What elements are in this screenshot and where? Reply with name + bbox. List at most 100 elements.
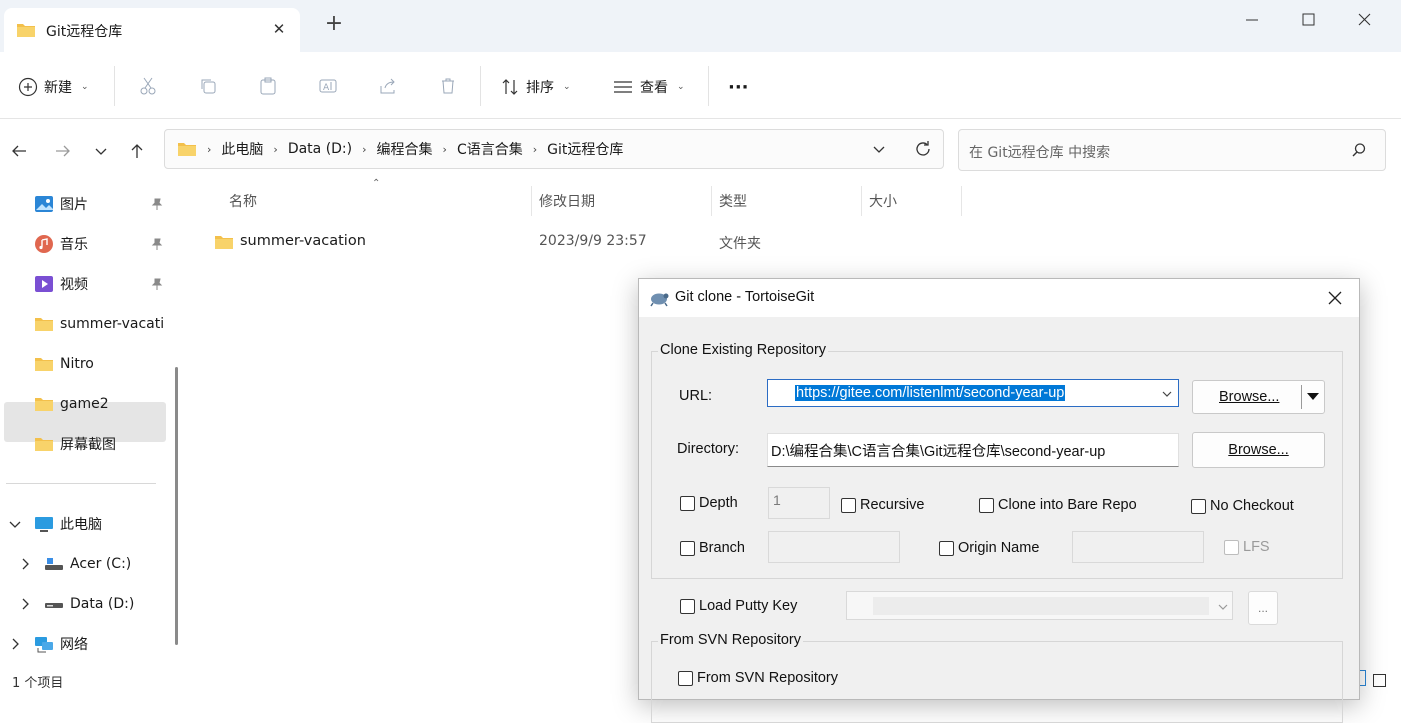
- dropdown-arrow-icon[interactable]: [1307, 393, 1319, 401]
- new-tab-button[interactable]: +: [320, 12, 348, 38]
- group-label-clone: Clone Existing Repository: [658, 342, 829, 358]
- dialog-close-icon[interactable]: [1323, 287, 1347, 309]
- bare-repo-checkbox[interactable]: Clone into Bare Repo: [979, 497, 1137, 513]
- column-divider[interactable]: [531, 186, 532, 216]
- rename-icon[interactable]: A: [314, 72, 342, 100]
- checkbox-box[interactable]: [939, 540, 954, 556]
- chevron-right-icon[interactable]: [8, 637, 28, 651]
- chevron-down-icon[interactable]: [1217, 602, 1229, 612]
- sidebar-item-data-d[interactable]: Data (D:): [18, 585, 166, 623]
- recent-locations-chevron-icon[interactable]: [88, 138, 114, 164]
- checkbox-box[interactable]: [1191, 498, 1206, 514]
- back-arrow-icon[interactable]: [6, 138, 32, 164]
- breadcrumb-item[interactable]: 此电脑: [215, 139, 269, 159]
- checkbox-box[interactable]: [841, 497, 856, 513]
- browse-label: Browse...: [1219, 389, 1280, 405]
- sidebar-item-videos[interactable]: 视频: [34, 265, 166, 303]
- column-divider[interactable]: [961, 186, 962, 216]
- drive-icon: [44, 554, 64, 574]
- from-svn-checkbox[interactable]: From SVN Repository: [678, 670, 838, 686]
- depth-input[interactable]: 1: [768, 487, 830, 519]
- pin-icon[interactable]: [150, 197, 164, 211]
- directory-field[interactable]: D:\编程合集\C语言合集\Git远程仓库\second-year-up: [767, 433, 1179, 467]
- depth-checkbox[interactable]: Depth: [680, 495, 738, 511]
- view-label: 查看: [640, 80, 668, 96]
- putty-browse-button[interactable]: ...: [1248, 591, 1278, 625]
- chevron-right-icon[interactable]: [18, 557, 38, 571]
- chevron-down-icon[interactable]: [8, 517, 28, 531]
- cut-icon[interactable]: [134, 72, 162, 100]
- bare-repo-label: Clone into Bare Repo: [998, 497, 1137, 513]
- new-button[interactable]: 新建 ⌄: [18, 74, 89, 100]
- search-box[interactable]: 在 Git远程仓库 中搜索: [958, 129, 1386, 171]
- view-button[interactable]: 查看 ⌄: [612, 74, 685, 100]
- table-row[interactable]: summer-vacation 2023/9/9 23:57 文件夹: [196, 226, 936, 258]
- tab-git-remote[interactable]: Git远程仓库 ✕: [4, 8, 300, 52]
- column-header-name[interactable]: 名称: [229, 191, 257, 211]
- column-header-modified[interactable]: 修改日期: [539, 191, 595, 211]
- breadcrumb-item[interactable]: Git远程仓库: [541, 139, 629, 159]
- up-arrow-icon[interactable]: [124, 138, 150, 164]
- window-close-icon[interactable]: [1346, 6, 1382, 34]
- drive-icon: [44, 594, 64, 614]
- checkbox-box[interactable]: [680, 598, 695, 614]
- navigation-pane: 图片 音乐 视频 summer-vacati Nitro game2 屏幕截图 …: [0, 181, 186, 686]
- branch-input[interactable]: [768, 531, 900, 563]
- maximize-icon[interactable]: [1290, 6, 1326, 34]
- sidebar-item-screenshots[interactable]: 屏幕截图: [34, 425, 166, 463]
- minimize-icon[interactable]: [1234, 6, 1270, 34]
- load-putty-key-checkbox[interactable]: Load Putty Key: [680, 598, 797, 614]
- directory-input[interactable]: D:\编程合集\C语言合集\Git远程仓库\second-year-up: [771, 440, 1105, 461]
- breadcrumb-item[interactable]: Data (D:): [282, 141, 358, 157]
- origin-name-checkbox[interactable]: Origin Name: [939, 540, 1039, 556]
- sidebar-item-this-pc[interactable]: 此电脑: [8, 505, 166, 543]
- sidebar-item-pictures[interactable]: 图片: [34, 185, 166, 223]
- breadcrumb-item[interactable]: 编程合集: [371, 139, 439, 159]
- address-dropdown-icon[interactable]: [871, 141, 887, 157]
- putty-key-combobox[interactable]: [846, 591, 1233, 620]
- column-divider[interactable]: [711, 186, 712, 216]
- pin-icon[interactable]: [150, 237, 164, 251]
- new-label: 新建: [44, 80, 72, 96]
- delete-icon[interactable]: [434, 72, 462, 100]
- no-checkout-checkbox[interactable]: No Checkout: [1191, 498, 1294, 514]
- sidebar-item-music[interactable]: 音乐: [34, 225, 166, 263]
- pin-icon[interactable]: [150, 277, 164, 291]
- search-icon[interactable]: [1351, 142, 1367, 158]
- search-input[interactable]: 在 Git远程仓库 中搜索: [969, 142, 1110, 162]
- address-bar[interactable]: › 此电脑 › Data (D:) › 编程合集 › C语言合集 › Git远程…: [164, 129, 944, 169]
- column-header-type[interactable]: 类型: [719, 191, 747, 211]
- sidebar-scrollbar[interactable]: [175, 367, 178, 645]
- column-header-size[interactable]: 大小: [869, 191, 897, 211]
- recursive-checkbox[interactable]: Recursive: [841, 497, 924, 513]
- more-options-button[interactable]: ···: [728, 74, 749, 100]
- url-input[interactable]: https://gitee.com/listenlmt/second-year-…: [795, 385, 1066, 401]
- sort-button[interactable]: 排序 ⌄: [500, 74, 571, 100]
- chevron-down-icon[interactable]: [1161, 389, 1173, 399]
- checkbox-box[interactable]: [678, 670, 693, 686]
- sidebar-item-acer-c[interactable]: Acer (C:): [18, 545, 166, 583]
- checkbox-box[interactable]: [979, 497, 994, 513]
- refresh-icon[interactable]: [913, 139, 933, 159]
- branch-checkbox[interactable]: Branch: [680, 540, 745, 556]
- checkbox-box[interactable]: [680, 495, 695, 511]
- tiles-view-toggle-icon[interactable]: [1373, 674, 1386, 687]
- sidebar-item-nitro[interactable]: Nitro: [34, 345, 166, 383]
- paste-icon[interactable]: [254, 72, 282, 100]
- url-combobox[interactable]: https://gitee.com/listenlmt/second-year-…: [767, 379, 1179, 407]
- breadcrumb-item[interactable]: C语言合集: [451, 139, 529, 159]
- checkbox-box[interactable]: [680, 540, 695, 556]
- share-icon[interactable]: [374, 72, 402, 100]
- chevron-right-icon[interactable]: [18, 597, 38, 611]
- sidebar-item-game2[interactable]: game2: [34, 385, 166, 423]
- close-tab-icon[interactable]: ✕: [266, 20, 292, 40]
- origin-name-input[interactable]: [1072, 531, 1204, 563]
- forward-arrow-icon[interactable]: [50, 138, 76, 164]
- sidebar-item-network[interactable]: 网络: [8, 625, 166, 663]
- column-divider[interactable]: [861, 186, 862, 216]
- directory-browse-button[interactable]: Browse...: [1192, 432, 1325, 468]
- copy-icon[interactable]: [194, 72, 222, 100]
- sidebar-item-summer-vacation[interactable]: summer-vacati: [34, 305, 166, 343]
- url-browse-button[interactable]: Browse...: [1192, 380, 1325, 414]
- load-putty-key-label: Load Putty Key: [699, 598, 798, 614]
